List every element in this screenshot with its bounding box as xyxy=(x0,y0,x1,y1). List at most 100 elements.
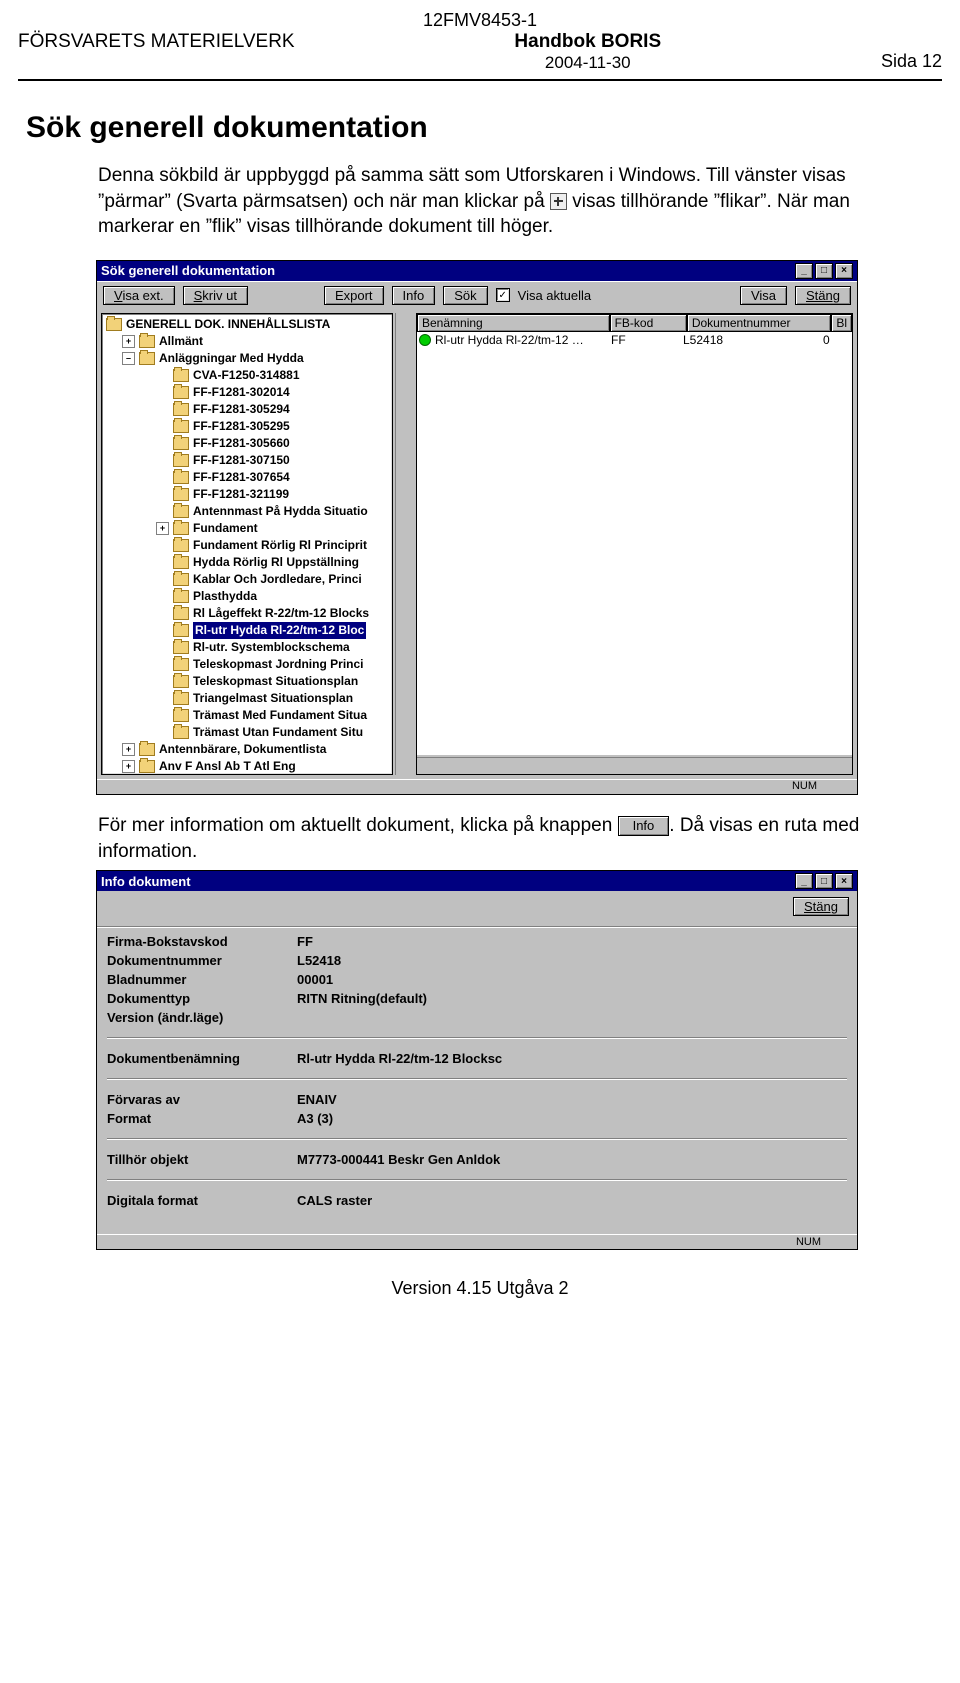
tree-node[interactable]: Plasthydda xyxy=(106,588,390,605)
expand-icon[interactable]: + xyxy=(156,522,169,535)
status-dot-icon xyxy=(419,334,431,346)
folder-icon xyxy=(106,318,122,331)
close-icon[interactable]: × xyxy=(835,873,853,889)
list-item[interactable]: Rl-utr Hydda Rl-22/tm-12 … FF L52418 0 xyxy=(417,332,852,348)
info-paragraph: För mer information om aktuellt dokument… xyxy=(98,813,902,864)
page-footer: Version 4.15 Utgåva 2 xyxy=(18,1278,942,1299)
cell-fbkod: FF xyxy=(611,333,683,347)
folder-icon xyxy=(173,624,189,637)
folder-icon xyxy=(173,607,189,620)
tree-node[interactable]: –Anläggningar Med Hydda xyxy=(106,350,390,367)
col-fbkod[interactable]: FB-kod xyxy=(610,314,687,332)
tree-node[interactable]: Trämast Med Fundament Situa xyxy=(106,707,390,724)
folder-icon xyxy=(173,369,189,382)
info-label: Dokumenttyp xyxy=(107,991,297,1006)
minimize-icon[interactable]: _ xyxy=(795,873,813,889)
col-bl[interactable]: Bl xyxy=(831,314,852,332)
list-body[interactable]: Rl-utr Hydda Rl-22/tm-12 … FF L52418 0 xyxy=(417,332,852,755)
skriv-ut-button[interactable]: Skriv ut xyxy=(183,286,248,305)
folder-icon xyxy=(173,709,189,722)
expand-icon[interactable]: + xyxy=(122,760,135,773)
folder-icon xyxy=(173,658,189,671)
tree-pane[interactable]: GENERELL DOK. INNEHÅLLSLISTA+Allmänt–Anl… xyxy=(101,313,393,775)
separator xyxy=(107,1138,847,1140)
folder-icon xyxy=(173,488,189,501)
visa-ext-button[interactable]: VVisa ext.isa ext. xyxy=(103,286,175,305)
tree-node[interactable]: CVA-F1250-314881 xyxy=(106,367,390,384)
info-button[interactable]: Info xyxy=(392,286,436,305)
tree-node[interactable]: Rl-utr Hydda Rl-22/tm-12 Bloc xyxy=(106,622,390,639)
tree-node[interactable]: Kablar Och Jordledare, Princi xyxy=(106,571,390,588)
tree-node[interactable]: FF-F1281-307150 xyxy=(106,452,390,469)
expand-icon[interactable]: + xyxy=(122,743,135,756)
folder-icon xyxy=(173,556,189,569)
maximize-icon[interactable]: □ xyxy=(815,873,833,889)
info-label: Tillhör objekt xyxy=(107,1152,297,1167)
expand-icon[interactable]: + xyxy=(122,335,135,348)
col-doknr[interactable]: Dokumentnummer xyxy=(687,314,832,332)
info-label: Firma-Bokstavskod xyxy=(107,934,297,949)
folder-icon xyxy=(173,471,189,484)
tree-node[interactable]: FF-F1281-305660 xyxy=(106,435,390,452)
folder-icon xyxy=(173,403,189,416)
tree-node[interactable]: FF-F1281-305295 xyxy=(106,418,390,435)
info-label: Bladnummer xyxy=(107,972,297,987)
tree-node[interactable]: Hydda Rörlig Rl Uppställning xyxy=(106,554,390,571)
tree-node[interactable]: +Antennbärare, Dokumentlista xyxy=(106,741,390,758)
folder-icon xyxy=(139,743,155,756)
tree-node[interactable]: FF-F1281-307654 xyxy=(106,469,390,486)
tree-node[interactable]: Triangelmast Situationsplan xyxy=(106,690,390,707)
inline-info-button[interactable]: Info xyxy=(618,816,670,836)
col-benamning[interactable]: Benämning xyxy=(417,314,610,332)
info-window-title: Info dokument xyxy=(101,874,191,889)
info-value: RITN Ritning(default) xyxy=(297,991,847,1006)
tree-node[interactable]: Rl-utr. Systemblockschema xyxy=(106,639,390,656)
folder-icon xyxy=(173,641,189,654)
info-value: FF xyxy=(297,934,847,949)
collapse-icon[interactable]: – xyxy=(122,352,135,365)
tree-node[interactable]: FF-F1281-302014 xyxy=(106,384,390,401)
tree-node[interactable]: Teleskopmast Situationsplan xyxy=(106,673,390,690)
folder-icon xyxy=(173,573,189,586)
maximize-icon[interactable]: □ xyxy=(815,263,833,279)
info-label: Dokumentbenämning xyxy=(107,1051,297,1066)
sok-button[interactable]: Sök xyxy=(443,286,487,305)
tree-node[interactable]: Teleskopmast Jordning Princi xyxy=(106,656,390,673)
tree-node[interactable]: +Fundament xyxy=(106,520,390,537)
tree-node[interactable]: Fundament Rörlig Rl Principrit xyxy=(106,537,390,554)
folder-icon xyxy=(173,386,189,399)
list-header[interactable]: Benämning FB-kod Dokumentnummer Bl xyxy=(417,314,852,332)
info-label: Format xyxy=(107,1111,297,1126)
export-button[interactable]: Export xyxy=(324,286,384,305)
header-doc-id: 12FMV8453-1 xyxy=(18,10,942,31)
info-window-titlebar[interactable]: Info dokument _ □ × xyxy=(97,871,857,891)
info-stang-button[interactable]: Stäng xyxy=(793,897,849,916)
stang-button[interactable]: Stäng xyxy=(795,286,851,305)
info-value: L52418 xyxy=(297,953,847,968)
tree-node[interactable]: FF-F1281-305294 xyxy=(106,401,390,418)
folder-icon xyxy=(173,692,189,705)
tree-node[interactable]: +Anv F Ansl Ab T Atl Eng xyxy=(106,758,390,775)
tree-node[interactable]: FF-F1281-321199 xyxy=(106,486,390,503)
tree-node[interactable]: Antennmast På Hydda Situatio xyxy=(106,503,390,520)
tree-scrollbar[interactable] xyxy=(395,313,412,775)
info-value: ENAIV xyxy=(297,1092,847,1107)
minimize-icon[interactable]: _ xyxy=(795,263,813,279)
intro-paragraph: Denna sökbild är uppbyggd på samma sätt … xyxy=(98,163,902,240)
close-icon[interactable]: × xyxy=(835,263,853,279)
info-value xyxy=(297,1010,847,1025)
visa-button[interactable]: Visa xyxy=(740,286,787,305)
tree-node[interactable]: Rl Lågeffekt R-22/tm-12 Blocks xyxy=(106,605,390,622)
info-label: Digitala format xyxy=(107,1193,297,1208)
tree-root[interactable]: GENERELL DOK. INNEHÅLLSLISTA xyxy=(106,316,390,333)
cell-bl: 0 xyxy=(823,333,830,347)
separator xyxy=(107,1179,847,1181)
cell-doknr: L52418 xyxy=(683,333,823,347)
tree-node[interactable]: Trämast Utan Fundament Situ xyxy=(106,724,390,741)
info-grid: Firma-BokstavskodFFDokumentnummerL52418B… xyxy=(107,934,847,1208)
page-heading: Sök generell dokumentation xyxy=(26,111,942,145)
visa-aktuella-checkbox[interactable]: ✓ xyxy=(496,288,510,302)
window-titlebar[interactable]: Sök generell dokumentation _ □ × xyxy=(97,261,857,281)
list-h-scrollbar[interactable] xyxy=(417,757,852,774)
tree-node[interactable]: +Allmänt xyxy=(106,333,390,350)
